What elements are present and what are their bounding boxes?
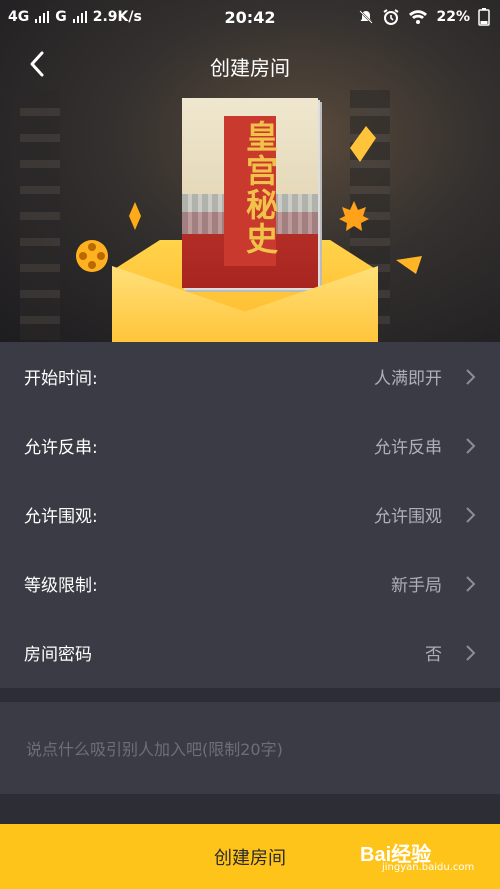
mute-bell-icon	[359, 10, 374, 24]
chevron-right-icon	[466, 368, 476, 385]
chevron-right-icon	[466, 506, 476, 523]
battery-percent: 22%	[436, 9, 470, 25]
setting-row-start-time[interactable]: 开始时间: 人满即开	[0, 342, 500, 411]
film-strip-decoration	[20, 90, 60, 340]
leaf-decoration-icon	[129, 202, 141, 230]
film-reel-icon	[76, 240, 108, 272]
maple-leaf-icon	[339, 201, 369, 231]
room-settings-list: 开始时间: 人满即开 允许反串: 允许反串 允许围观: 允许围观 等级限制: 新…	[0, 342, 500, 688]
page-title: 创建房间	[210, 56, 290, 80]
message-section	[0, 702, 500, 794]
setting-row-allow-cross-play[interactable]: 允许反串: 允许反串	[0, 411, 500, 480]
setting-label: 允许围观:	[24, 507, 98, 527]
setting-value: 允许围观	[374, 507, 442, 527]
battery-icon	[478, 8, 490, 26]
setting-value: 新手局	[391, 576, 442, 596]
setting-value: 允许反串	[374, 438, 442, 458]
wifi-icon	[409, 10, 428, 24]
chevron-right-icon	[466, 644, 476, 661]
room-message-input[interactable]	[24, 734, 468, 764]
baidu-watermark-logo: Bai经验 jingyan.baidu.com	[360, 838, 480, 878]
setting-value: 人满即开	[374, 369, 442, 389]
setting-row-level-limit[interactable]: 等级限制: 新手局	[0, 549, 500, 618]
leaf-decoration-icon	[396, 256, 422, 274]
setting-label: 房间密码	[24, 645, 92, 665]
setting-label: 允许反串:	[24, 438, 98, 458]
chevron-right-icon	[466, 575, 476, 592]
setting-label: 等级限制:	[24, 576, 98, 596]
setting-label: 开始时间:	[24, 369, 98, 389]
alarm-clock-icon	[383, 9, 400, 25]
poster-title: 皇宫秘史	[241, 120, 279, 256]
room-poster-image: 皇宫秘史	[182, 98, 318, 288]
setting-value: 否	[425, 645, 442, 665]
watermark-sub: jingyan.baidu.com	[382, 862, 475, 873]
chevron-right-icon	[466, 437, 476, 454]
leaf-decoration-icon	[350, 126, 376, 162]
setting-row-room-password[interactable]: 房间密码 否	[0, 618, 500, 687]
status-bar: 4G G 2.9K/s 20:42 22%	[0, 0, 500, 34]
setting-row-allow-spectators[interactable]: 允许围观: 允许围观	[0, 480, 500, 549]
hero-banner: 4G G 2.9K/s 20:42 22% 创建房间 皇宫秘史	[0, 0, 500, 342]
section-divider	[0, 688, 500, 702]
section-divider	[0, 794, 500, 824]
